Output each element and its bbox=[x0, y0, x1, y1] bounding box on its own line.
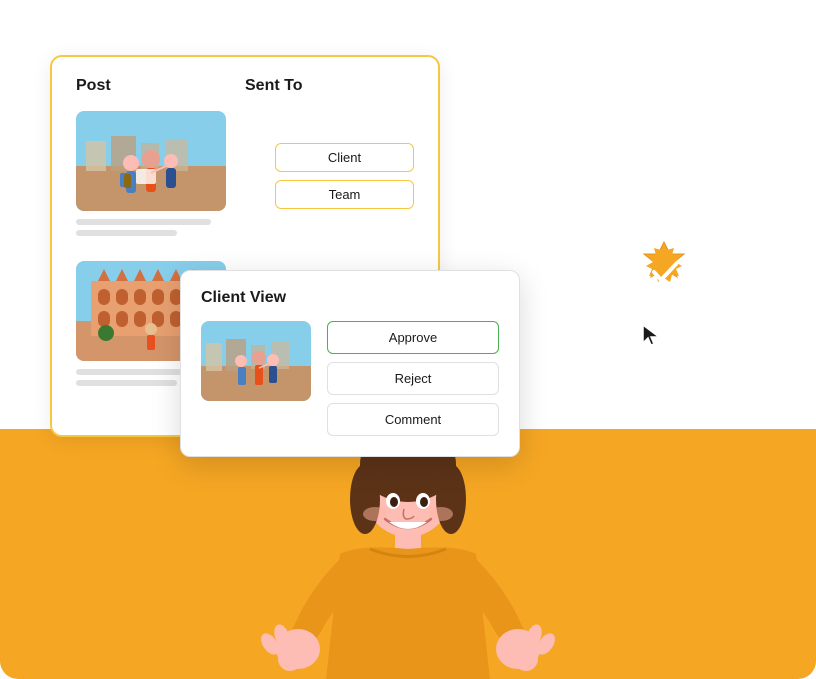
post-1-image bbox=[76, 111, 226, 211]
post-1-text-lines bbox=[76, 219, 245, 241]
text-line-1 bbox=[76, 219, 211, 225]
verified-badge bbox=[632, 240, 696, 304]
badge-svg bbox=[632, 240, 696, 304]
reject-button[interactable]: Reject bbox=[327, 362, 499, 395]
cursor-svg bbox=[641, 323, 661, 347]
woman-background bbox=[0, 429, 816, 679]
client-post-preview bbox=[201, 321, 311, 401]
comment-button[interactable]: Comment bbox=[327, 403, 499, 436]
post-column-header: Post bbox=[76, 77, 245, 95]
mouse-cursor bbox=[641, 323, 661, 347]
text-line-2 bbox=[76, 230, 177, 236]
client-view-card: Client View Approve Reject bbox=[180, 270, 520, 457]
post-row-1: Client Team bbox=[76, 111, 414, 241]
client-card-body: Approve Reject Comment bbox=[201, 321, 499, 436]
client-action-buttons: Approve Reject Comment bbox=[327, 321, 499, 436]
woman-illustration bbox=[0, 429, 816, 679]
approve-button[interactable]: Approve bbox=[327, 321, 499, 354]
text-line-4 bbox=[76, 380, 177, 386]
sent-to-buttons-1: Client Team bbox=[245, 143, 414, 209]
post-1-wrapper bbox=[76, 111, 245, 241]
travel-scene-1 bbox=[76, 111, 226, 211]
client-view-title: Client View bbox=[201, 289, 499, 307]
sent-to-column-header: Sent To bbox=[245, 77, 414, 95]
team-button-1[interactable]: Team bbox=[275, 180, 414, 209]
client-button-1[interactable]: Client bbox=[275, 143, 414, 172]
bottom-photo-section bbox=[0, 429, 816, 679]
card-header: Post Sent To bbox=[76, 77, 414, 95]
client-travel-scene bbox=[201, 321, 311, 401]
